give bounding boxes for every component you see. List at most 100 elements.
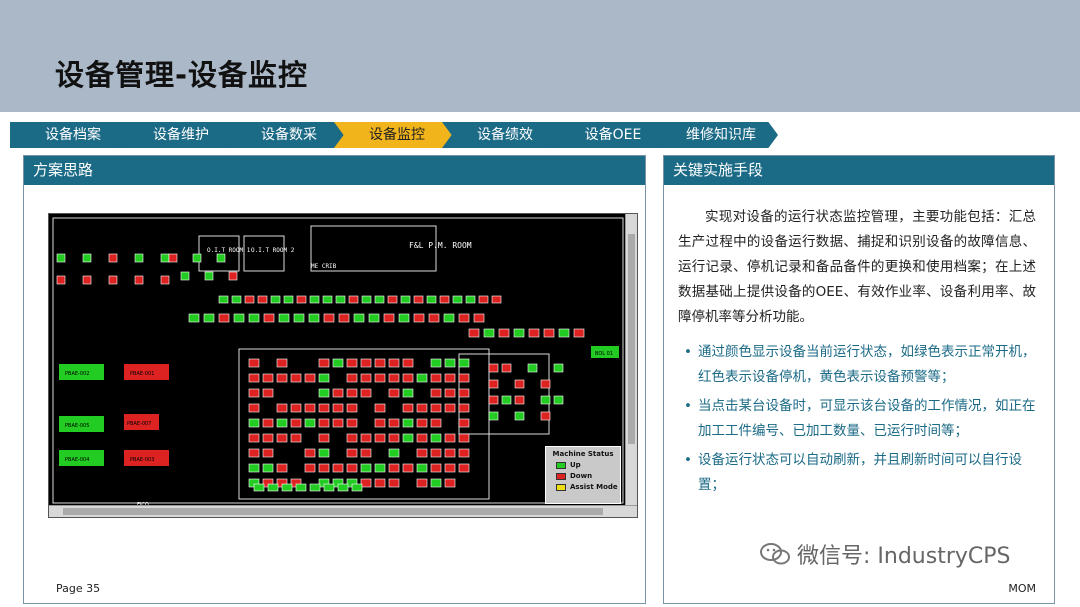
machine-icon[interactable] (160, 275, 170, 285)
machine-icon[interactable] (374, 403, 386, 413)
machine-icon[interactable] (388, 448, 400, 458)
machine-icon[interactable] (262, 373, 274, 383)
machine-icon[interactable] (296, 295, 307, 304)
machine-tag-pbae001[interactable]: PBAE-001 (130, 371, 154, 377)
machine-icon[interactable] (444, 388, 456, 398)
machine-icon[interactable] (276, 418, 288, 428)
machine-icon[interactable] (360, 478, 372, 488)
machine-icon[interactable] (527, 363, 538, 373)
machine-icon[interactable] (553, 363, 564, 373)
machine-icon[interactable] (402, 433, 414, 443)
machine-icon[interactable] (244, 295, 255, 304)
machine-icon[interactable] (458, 358, 470, 368)
machine-icon[interactable] (309, 295, 320, 304)
machine-tag-bol01[interactable]: BOL 01 (595, 351, 613, 357)
machine-icon[interactable] (360, 463, 372, 473)
machine-icon[interactable] (443, 313, 455, 323)
machine-icon[interactable] (498, 328, 510, 338)
machine-icon[interactable] (293, 313, 305, 323)
machine-icon[interactable] (374, 463, 386, 473)
machine-icon[interactable] (416, 448, 428, 458)
machine-icon[interactable] (413, 313, 425, 323)
machine-icon[interactable] (276, 358, 288, 368)
machine-icon[interactable] (444, 403, 456, 413)
nav-tab-data-collection[interactable]: 设备数采 (226, 122, 346, 148)
machine-icon[interactable] (416, 418, 428, 428)
machine-icon[interactable] (318, 448, 330, 458)
machine-icon[interactable] (374, 373, 386, 383)
machine-icon[interactable] (374, 433, 386, 443)
machine-icon[interactable] (323, 483, 335, 492)
machine-icon[interactable] (452, 295, 463, 304)
machine-icon[interactable] (346, 358, 358, 368)
machine-icon[interactable] (430, 448, 442, 458)
machine-icon[interactable] (348, 295, 359, 304)
machine-icon[interactable] (168, 253, 178, 263)
machine-icon[interactable] (304, 448, 316, 458)
machine-icon[interactable] (332, 358, 344, 368)
machine-icon[interactable] (290, 373, 302, 383)
machine-icon[interactable] (318, 388, 330, 398)
machine-icon[interactable] (402, 463, 414, 473)
machine-icon[interactable] (332, 418, 344, 428)
machine-icon[interactable] (360, 448, 372, 458)
machine-tag-pbae003[interactable]: PBAE-003 (130, 457, 154, 463)
machine-icon[interactable] (398, 313, 410, 323)
machine-icon[interactable] (388, 433, 400, 443)
machine-icon[interactable] (248, 463, 260, 473)
machine-icon[interactable] (374, 418, 386, 428)
machine-icon[interactable] (262, 388, 274, 398)
machine-tag-pbae004[interactable]: PBAE-004 (65, 457, 89, 463)
machine-icon[interactable] (248, 403, 260, 413)
machine-icon[interactable] (368, 313, 380, 323)
horizontal-scroll-thumb[interactable] (63, 508, 603, 515)
machine-icon[interactable] (323, 313, 335, 323)
machine-icon[interactable] (304, 418, 316, 428)
machine-icon[interactable] (318, 358, 330, 368)
machine-icon[interactable] (360, 388, 372, 398)
machine-icon[interactable] (281, 483, 293, 492)
machine-icon[interactable] (387, 295, 398, 304)
machine-icon[interactable] (540, 379, 551, 389)
nav-tab-equipment-monitoring[interactable]: 设备监控 (334, 122, 454, 148)
machine-icon[interactable] (346, 463, 358, 473)
machine-icon[interactable] (388, 463, 400, 473)
machine-tag-pbae005[interactable]: PBAE-005 (65, 423, 89, 429)
machine-icon[interactable] (360, 373, 372, 383)
machine-icon[interactable] (444, 358, 456, 368)
machine-icon[interactable] (309, 483, 321, 492)
machine-icon[interactable] (346, 403, 358, 413)
machine-icon[interactable] (218, 313, 230, 323)
machine-icon[interactable] (228, 271, 238, 281)
vertical-scrollbar[interactable] (625, 214, 637, 507)
machine-icon[interactable] (216, 253, 226, 263)
machine-icon[interactable] (430, 478, 442, 488)
machine-icon[interactable] (388, 418, 400, 428)
machine-icon[interactable] (428, 313, 440, 323)
machine-icon[interactable] (491, 295, 502, 304)
machine-icon[interactable] (374, 478, 386, 488)
machine-icon[interactable] (248, 388, 260, 398)
machine-icon[interactable] (558, 328, 570, 338)
machine-icon[interactable] (528, 328, 540, 338)
machine-icon[interactable] (416, 373, 428, 383)
machine-icon[interactable] (262, 448, 274, 458)
machine-icon[interactable] (402, 418, 414, 428)
machine-icon[interactable] (501, 363, 512, 373)
machine-icon[interactable] (374, 358, 386, 368)
machine-icon[interactable] (383, 313, 395, 323)
machine-icon[interactable] (108, 253, 118, 263)
machine-icon[interactable] (444, 463, 456, 473)
machine-icon[interactable] (346, 433, 358, 443)
machine-icon[interactable] (388, 373, 400, 383)
machine-icon[interactable] (430, 463, 442, 473)
machine-icon[interactable] (276, 463, 288, 473)
nav-tab-equipment-performance[interactable]: 设备绩效 (442, 122, 562, 148)
machine-icon[interactable] (458, 433, 470, 443)
machine-icon[interactable] (318, 373, 330, 383)
machine-icon[interactable] (514, 395, 525, 405)
machine-icon[interactable] (270, 295, 281, 304)
machine-tag-pbae007[interactable]: PBAE-007 (127, 421, 151, 427)
machine-icon[interactable] (82, 275, 92, 285)
machine-icon[interactable] (192, 253, 202, 263)
